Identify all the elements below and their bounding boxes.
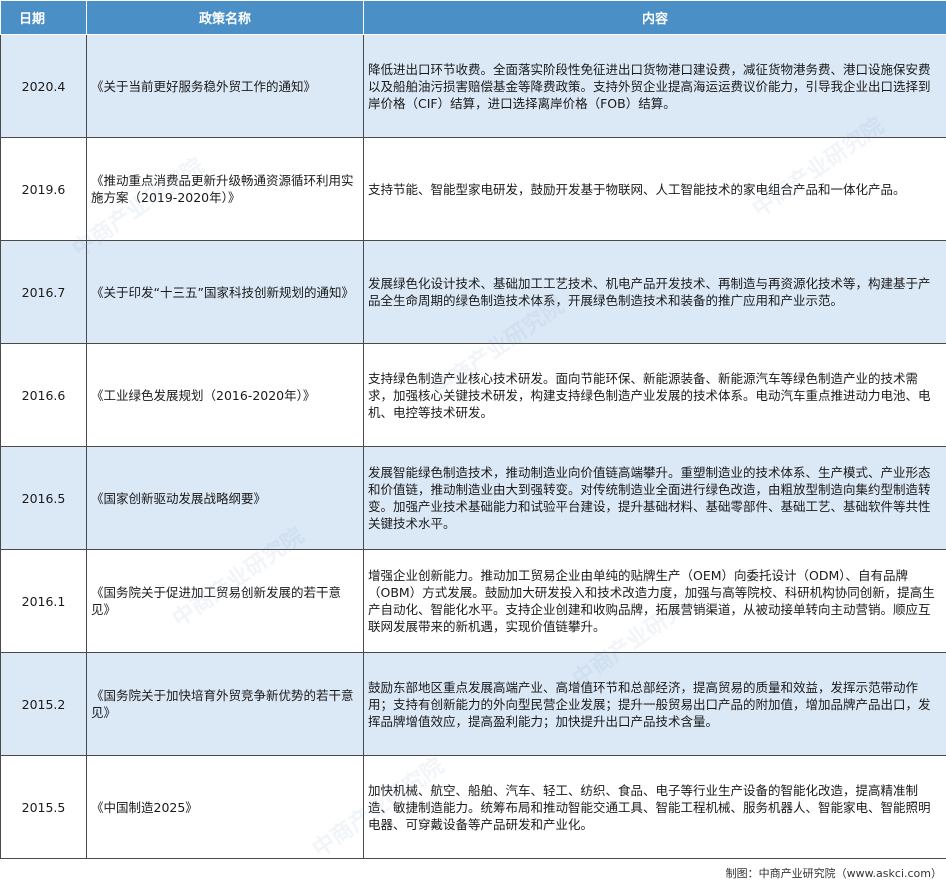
row-content: 鼓励东部地区重点发展高端产业、高增值环节和总部经济，提高贸易的质量和效益，发挥示… — [363, 652, 946, 756]
header-policy-name: 政策名称 — [86, 0, 364, 35]
row-content: 加快机械、航空、船舶、汽车、轻工、纺织、食品、电子等行业生产设备的智能化改造，提… — [363, 755, 946, 859]
row-content: 发展绿色化设计技术、基础加工工艺技术、机电产品开发技术、再制造与再资源化技术等，… — [363, 240, 946, 344]
table-row: 2020.4 《关于当前更好服务稳外贸工作的通知》 降低进出口环节收费。全面落实… — [0, 34, 946, 138]
header-date: 日期 — [0, 0, 87, 35]
row-policy-name: 《关于当前更好服务稳外贸工作的通知》 — [86, 34, 364, 138]
row-policy-name: 《中国制造2025》 — [86, 755, 364, 859]
row-date: 2016.7 — [0, 240, 87, 344]
table-row: 2016.1 《国务院关于促进加工贸易创新发展的若干意见》 增强企业创新能力。推… — [0, 549, 946, 653]
row-content: 增强企业创新能力。推动加工贸易企业由单纯的贴牌生产（OEM）向委托设计（ODM）… — [363, 549, 946, 653]
row-date: 2015.2 — [0, 652, 87, 756]
row-date: 2019.6 — [0, 137, 87, 241]
table-row: 2016.5 《国家创新驱动发展战略纲要》 发展智能绿色制造技术，推动制造业向价… — [0, 446, 946, 550]
row-date: 2020.4 — [0, 34, 87, 138]
row-policy-name: 《国家创新驱动发展战略纲要》 — [86, 446, 364, 550]
row-content: 支持绿色制造产业核心技术研发。面向节能环保、新能源装备、新能源汽车等绿色制造产业… — [363, 343, 946, 447]
table-header-row: 日期 政策名称 内容 — [0, 0, 946, 35]
row-content: 支持节能、智能型家电研发，鼓励开发基于物联网、人工智能技术的家电组合产品和一体化… — [363, 137, 946, 241]
table-row: 2015.5 《中国制造2025》 加快机械、航空、船舶、汽车、轻工、纺织、食品… — [0, 755, 946, 859]
row-content: 发展智能绿色制造技术，推动制造业向价值链高端攀升。重塑制造业的技术体系、生产模式… — [363, 446, 946, 550]
row-policy-name: 《国务院关于加快培育外贸竞争新优势的若干意见》 — [86, 652, 364, 756]
row-policy-name: 《关于印发“十三五”国家科技创新规划的通知》 — [86, 240, 364, 344]
row-policy-name: 《工业绿色发展规划（2016-2020年）》 — [86, 343, 364, 447]
row-content: 降低进出口环节收费。全面落实阶段性免征进出口货物港口建设费，减征货物港务费、港口… — [363, 34, 946, 138]
header-content: 内容 — [363, 0, 946, 35]
table-row: 2016.6 《工业绿色发展规划（2016-2020年）》 支持绿色制造产业核心… — [0, 343, 946, 447]
source-credit: 制图：中商产业研究院（www.askci.com） — [725, 867, 942, 880]
policy-table: 日期 政策名称 内容 2020.4 《关于当前更好服务稳外贸工作的通知》 降低进… — [0, 0, 946, 859]
row-date: 2016.6 — [0, 343, 87, 447]
row-date: 2015.5 — [0, 755, 87, 859]
row-date: 2016.5 — [0, 446, 87, 550]
table-row: 2015.2 《国务院关于加快培育外贸竞争新优势的若干意见》 鼓励东部地区重点发… — [0, 652, 946, 756]
row-policy-name: 《推动重点消费品更新升级畅通资源循环利用实施方案（2019-2020年）》 — [86, 137, 364, 241]
table-row: 2019.6 《推动重点消费品更新升级畅通资源循环利用实施方案（2019-202… — [0, 137, 946, 241]
row-date: 2016.1 — [0, 549, 87, 653]
row-policy-name: 《国务院关于促进加工贸易创新发展的若干意见》 — [86, 549, 364, 653]
table-row: 2016.7 《关于印发“十三五”国家科技创新规划的通知》 发展绿色化设计技术、… — [0, 240, 946, 344]
